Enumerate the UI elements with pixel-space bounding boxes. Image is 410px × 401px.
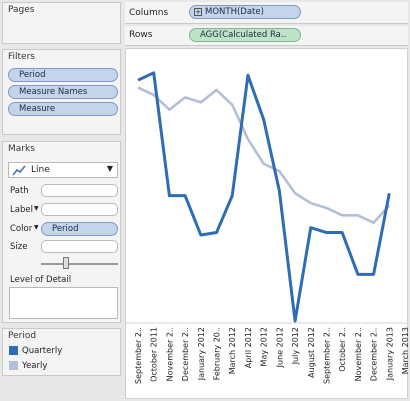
legend-title: Period <box>8 331 37 341</box>
series-line-yearly[interactable] <box>137 86 391 225</box>
x-tick-label: August 2012 <box>307 327 316 378</box>
size-slider-track[interactable] <box>41 263 118 265</box>
legend-swatch-quarterly <box>9 346 18 355</box>
pages-title: Pages <box>8 5 35 15</box>
level-of-detail-label: Level of Detail <box>10 275 72 285</box>
marks-title: Marks <box>8 144 35 154</box>
x-tick-label: January 2013 <box>385 327 394 381</box>
columns-shelf[interactable]: Columns + MONTH(Date) <box>125 2 408 24</box>
mark-type-label: Line <box>31 165 50 175</box>
x-tick-label: December 2.. <box>370 327 379 381</box>
filter-pill-measure-names[interactable]: Measure Names <box>8 85 118 99</box>
filters-card: Filters Period Measure Names Measure <box>2 49 121 135</box>
label-shelf[interactable] <box>41 203 118 216</box>
filter-pill-period[interactable]: Period <box>8 68 118 82</box>
path-label: Path <box>10 186 29 196</box>
x-tick-label: March 2012 <box>228 327 237 374</box>
pages-card[interactable]: Pages <box>2 2 121 44</box>
x-tick-label: January 2012 <box>197 327 206 381</box>
marks-card: Marks Line ▼ Path Label ▼ Color ▼ Period… <box>2 141 121 323</box>
x-tick-label: July 2012 <box>291 327 300 365</box>
x-tick-label: March 2013 <box>401 327 409 374</box>
columns-pill-month-date[interactable]: + MONTH(Date) <box>189 5 301 19</box>
size-label: Size <box>10 242 28 252</box>
legend-label-yearly: Yearly <box>22 361 48 371</box>
x-tick-label: June 2012 <box>275 327 284 368</box>
columns-pill-label: MONTH(Date) <box>205 7 264 17</box>
chevron-down-icon: ▼ <box>106 164 113 173</box>
legend-swatch-yearly <box>9 361 18 370</box>
path-shelf[interactable] <box>41 184 118 197</box>
filters-title: Filters <box>8 52 35 62</box>
size-slider-handle[interactable] <box>63 257 69 269</box>
color-dropdown-icon[interactable]: ▼ <box>34 224 39 231</box>
x-tick-label: November 2.. <box>165 327 174 381</box>
legend-card: Period Quarterly Yearly <box>2 328 121 376</box>
line-chart: September 2.. October 2011 November 2.. Dec… <box>126 71 409 384</box>
line-mark-icon <box>12 165 26 176</box>
size-shelf[interactable] <box>41 240 118 253</box>
x-tick-label: September 2.. <box>134 327 143 384</box>
x-tick-label: October 2011 <box>150 327 159 382</box>
x-tick-label: February 20.. <box>213 327 222 380</box>
mark-type-dropdown[interactable]: Line ▼ <box>8 162 118 178</box>
x-tick-label: September 2.. <box>322 327 331 384</box>
rows-shelf[interactable]: Rows AGG(Calculated Ra.. <box>125 26 408 46</box>
columns-label: Columns <box>129 8 169 18</box>
series-line-quarterly[interactable] <box>137 71 391 323</box>
x-tick-label: April 2012 <box>244 327 253 368</box>
level-of-detail-shelf[interactable] <box>9 287 118 319</box>
filter-pill-measure[interactable]: Measure <box>8 102 118 116</box>
x-tick-label: May 2012 <box>260 327 269 366</box>
x-tick-label: October 2.. <box>338 327 347 372</box>
legend-label-quarterly: Quarterly <box>22 346 63 356</box>
color-label: Color <box>10 224 33 234</box>
chart-area[interactable]: September 2.. October 2011 November 2.. Dec… <box>125 48 409 399</box>
rows-label: Rows <box>129 30 153 40</box>
x-tick-label: November 2.. <box>354 327 363 381</box>
x-tick-label: December 2.. <box>181 327 190 381</box>
expand-plus-icon[interactable]: + <box>194 7 202 16</box>
label-label: Label <box>10 205 33 215</box>
label-dropdown-icon[interactable]: ▼ <box>34 205 39 212</box>
rows-pill-calculated[interactable]: AGG(Calculated Ra.. <box>189 28 301 42</box>
color-pill-period[interactable]: Period <box>41 222 118 236</box>
